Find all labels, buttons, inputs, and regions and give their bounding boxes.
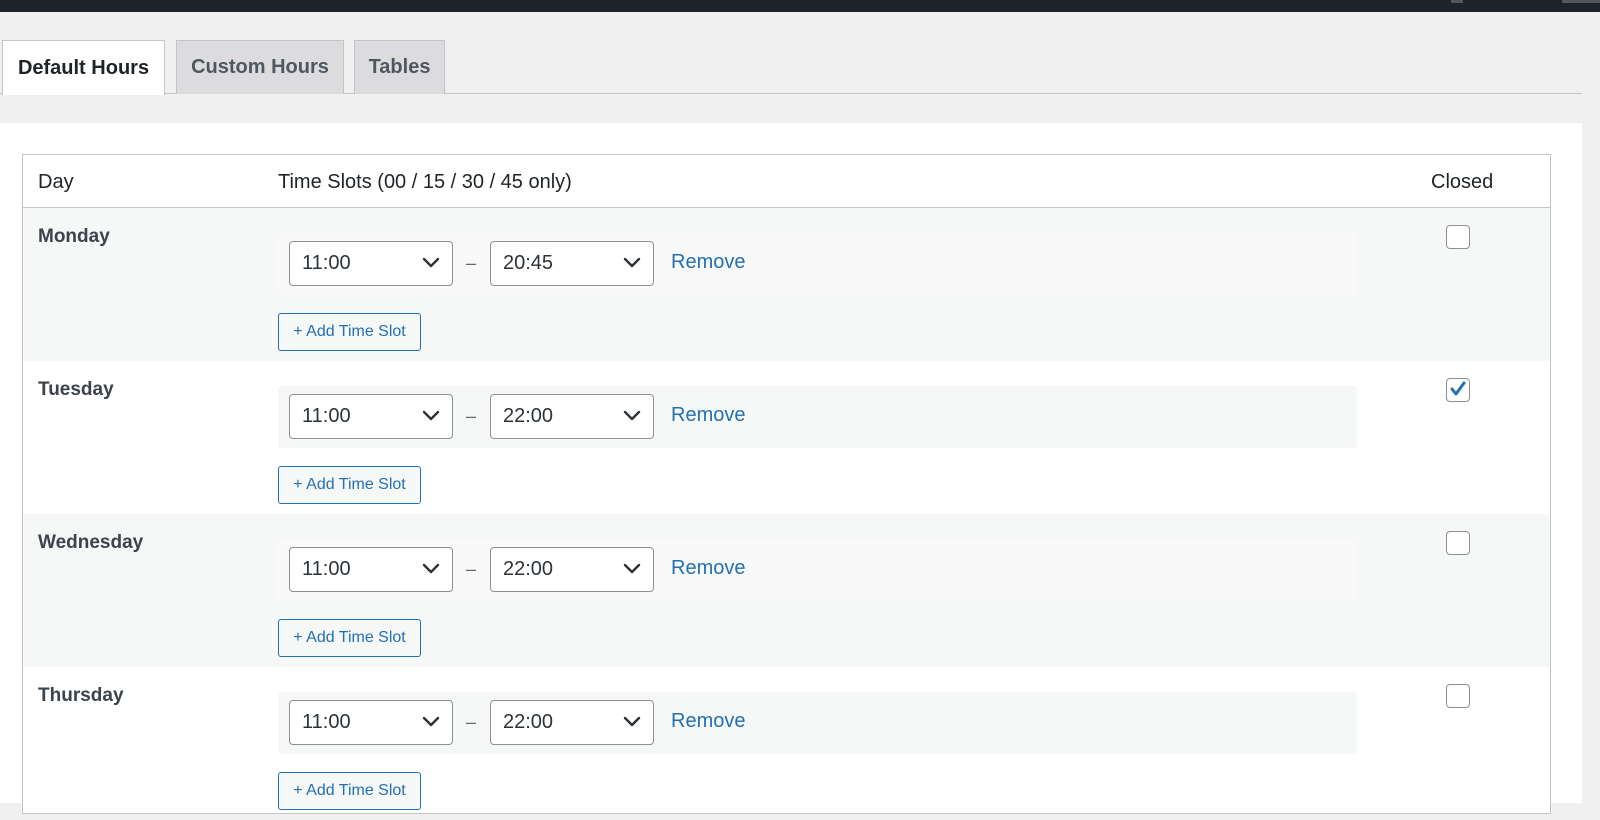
time-slot: 11:00 – 22:00 Remove (278, 386, 1357, 448)
tab-tables[interactable]: Tables (354, 40, 445, 94)
end-time-value: 22:00 (503, 405, 554, 427)
day-label: Monday (38, 226, 110, 247)
start-time-select[interactable]: 11:00 (289, 394, 453, 439)
closed-checkbox[interactable] (1446, 684, 1470, 708)
remove-slot-link[interactable]: Remove (671, 404, 745, 427)
add-time-slot-button[interactable]: + Add Time Slot (278, 772, 421, 810)
chevron-down-icon (623, 410, 641, 421)
table-row: Wednesday 11:00 – 22:00 Remove + Add Time Slo… (23, 514, 1550, 667)
tab-custom-hours[interactable]: Custom Hours (176, 40, 344, 94)
header-day: Day (38, 171, 74, 193)
chevron-down-icon (623, 257, 641, 268)
settings-panel: Day Time Slots (00 / 15 / 30 / 45 only) … (0, 123, 1582, 814)
time-separator: – (466, 253, 477, 273)
time-separator: – (466, 712, 477, 732)
table-header: Day Time Slots (00 / 15 / 30 / 45 only) … (23, 155, 1550, 208)
chevron-down-icon (422, 716, 440, 727)
start-time-select[interactable]: 11:00 (289, 700, 453, 745)
time-separator: – (466, 559, 477, 579)
end-time-select[interactable]: 22:00 (490, 547, 654, 592)
header-closed: Closed (1431, 171, 1494, 193)
start-time-value: 11:00 (302, 252, 351, 274)
chevron-down-icon (623, 563, 641, 574)
table-row: Monday 11:00 – 20:45 Remove + Add Time Slot (23, 208, 1550, 361)
end-time-value: 22:00 (503, 558, 554, 580)
remove-slot-link[interactable]: Remove (671, 710, 745, 733)
header-time-slots: Time Slots (00 / 15 / 30 / 45 only) (278, 171, 572, 193)
remove-slot-link[interactable]: Remove (671, 557, 745, 580)
start-time-select[interactable]: 11:00 (289, 547, 453, 592)
end-time-select[interactable]: 22:00 (490, 394, 654, 439)
add-time-slot-button[interactable]: + Add Time Slot (278, 313, 421, 351)
chevron-down-icon (422, 257, 440, 268)
day-label: Wednesday (38, 532, 144, 553)
tab-default-hours[interactable]: Default Hours (2, 40, 165, 95)
tab-bar: Default Hours Custom Hours Tables (0, 40, 1582, 95)
closed-checkbox[interactable] (1446, 378, 1470, 402)
time-slot: 11:00 – 20:45 Remove (278, 233, 1357, 295)
start-time-select[interactable]: 11:00 (289, 241, 453, 286)
checkmark-icon (1450, 381, 1466, 396)
admin-bar-icon[interactable] (1451, 0, 1463, 3)
end-time-value: 22:00 (503, 711, 554, 733)
start-time-value: 11:00 (302, 711, 351, 733)
day-label: Thursday (38, 685, 124, 706)
admin-bar-account[interactable] (1562, 0, 1600, 3)
start-time-value: 11:00 (302, 558, 351, 580)
start-time-value: 11:00 (302, 405, 351, 427)
add-time-slot-button[interactable]: + Add Time Slot (278, 466, 421, 504)
time-slot: 11:00 – 22:00 Remove (278, 539, 1357, 601)
remove-slot-link[interactable]: Remove (671, 251, 745, 274)
add-time-slot-button[interactable]: + Add Time Slot (278, 619, 421, 657)
closed-checkbox[interactable] (1446, 531, 1470, 555)
chevron-down-icon (422, 410, 440, 421)
table-row: Thursday 11:00 – 22:00 Remove + Add Time Slot (23, 667, 1550, 820)
table-row: Tuesday 11:00 – 22:00 Remove + Add Time Slot (23, 361, 1550, 514)
end-time-value: 20:45 (503, 252, 554, 274)
day-label: Tuesday (38, 379, 114, 400)
chevron-down-icon (422, 563, 440, 574)
closed-checkbox[interactable] (1446, 225, 1470, 249)
admin-bar (0, 0, 1600, 12)
hours-table: Day Time Slots (00 / 15 / 30 / 45 only) … (22, 154, 1551, 814)
end-time-select[interactable]: 22:00 (490, 700, 654, 745)
chevron-down-icon (623, 716, 641, 727)
time-separator: – (466, 406, 477, 426)
end-time-select[interactable]: 20:45 (490, 241, 654, 286)
time-slot: 11:00 – 22:00 Remove (278, 692, 1357, 754)
